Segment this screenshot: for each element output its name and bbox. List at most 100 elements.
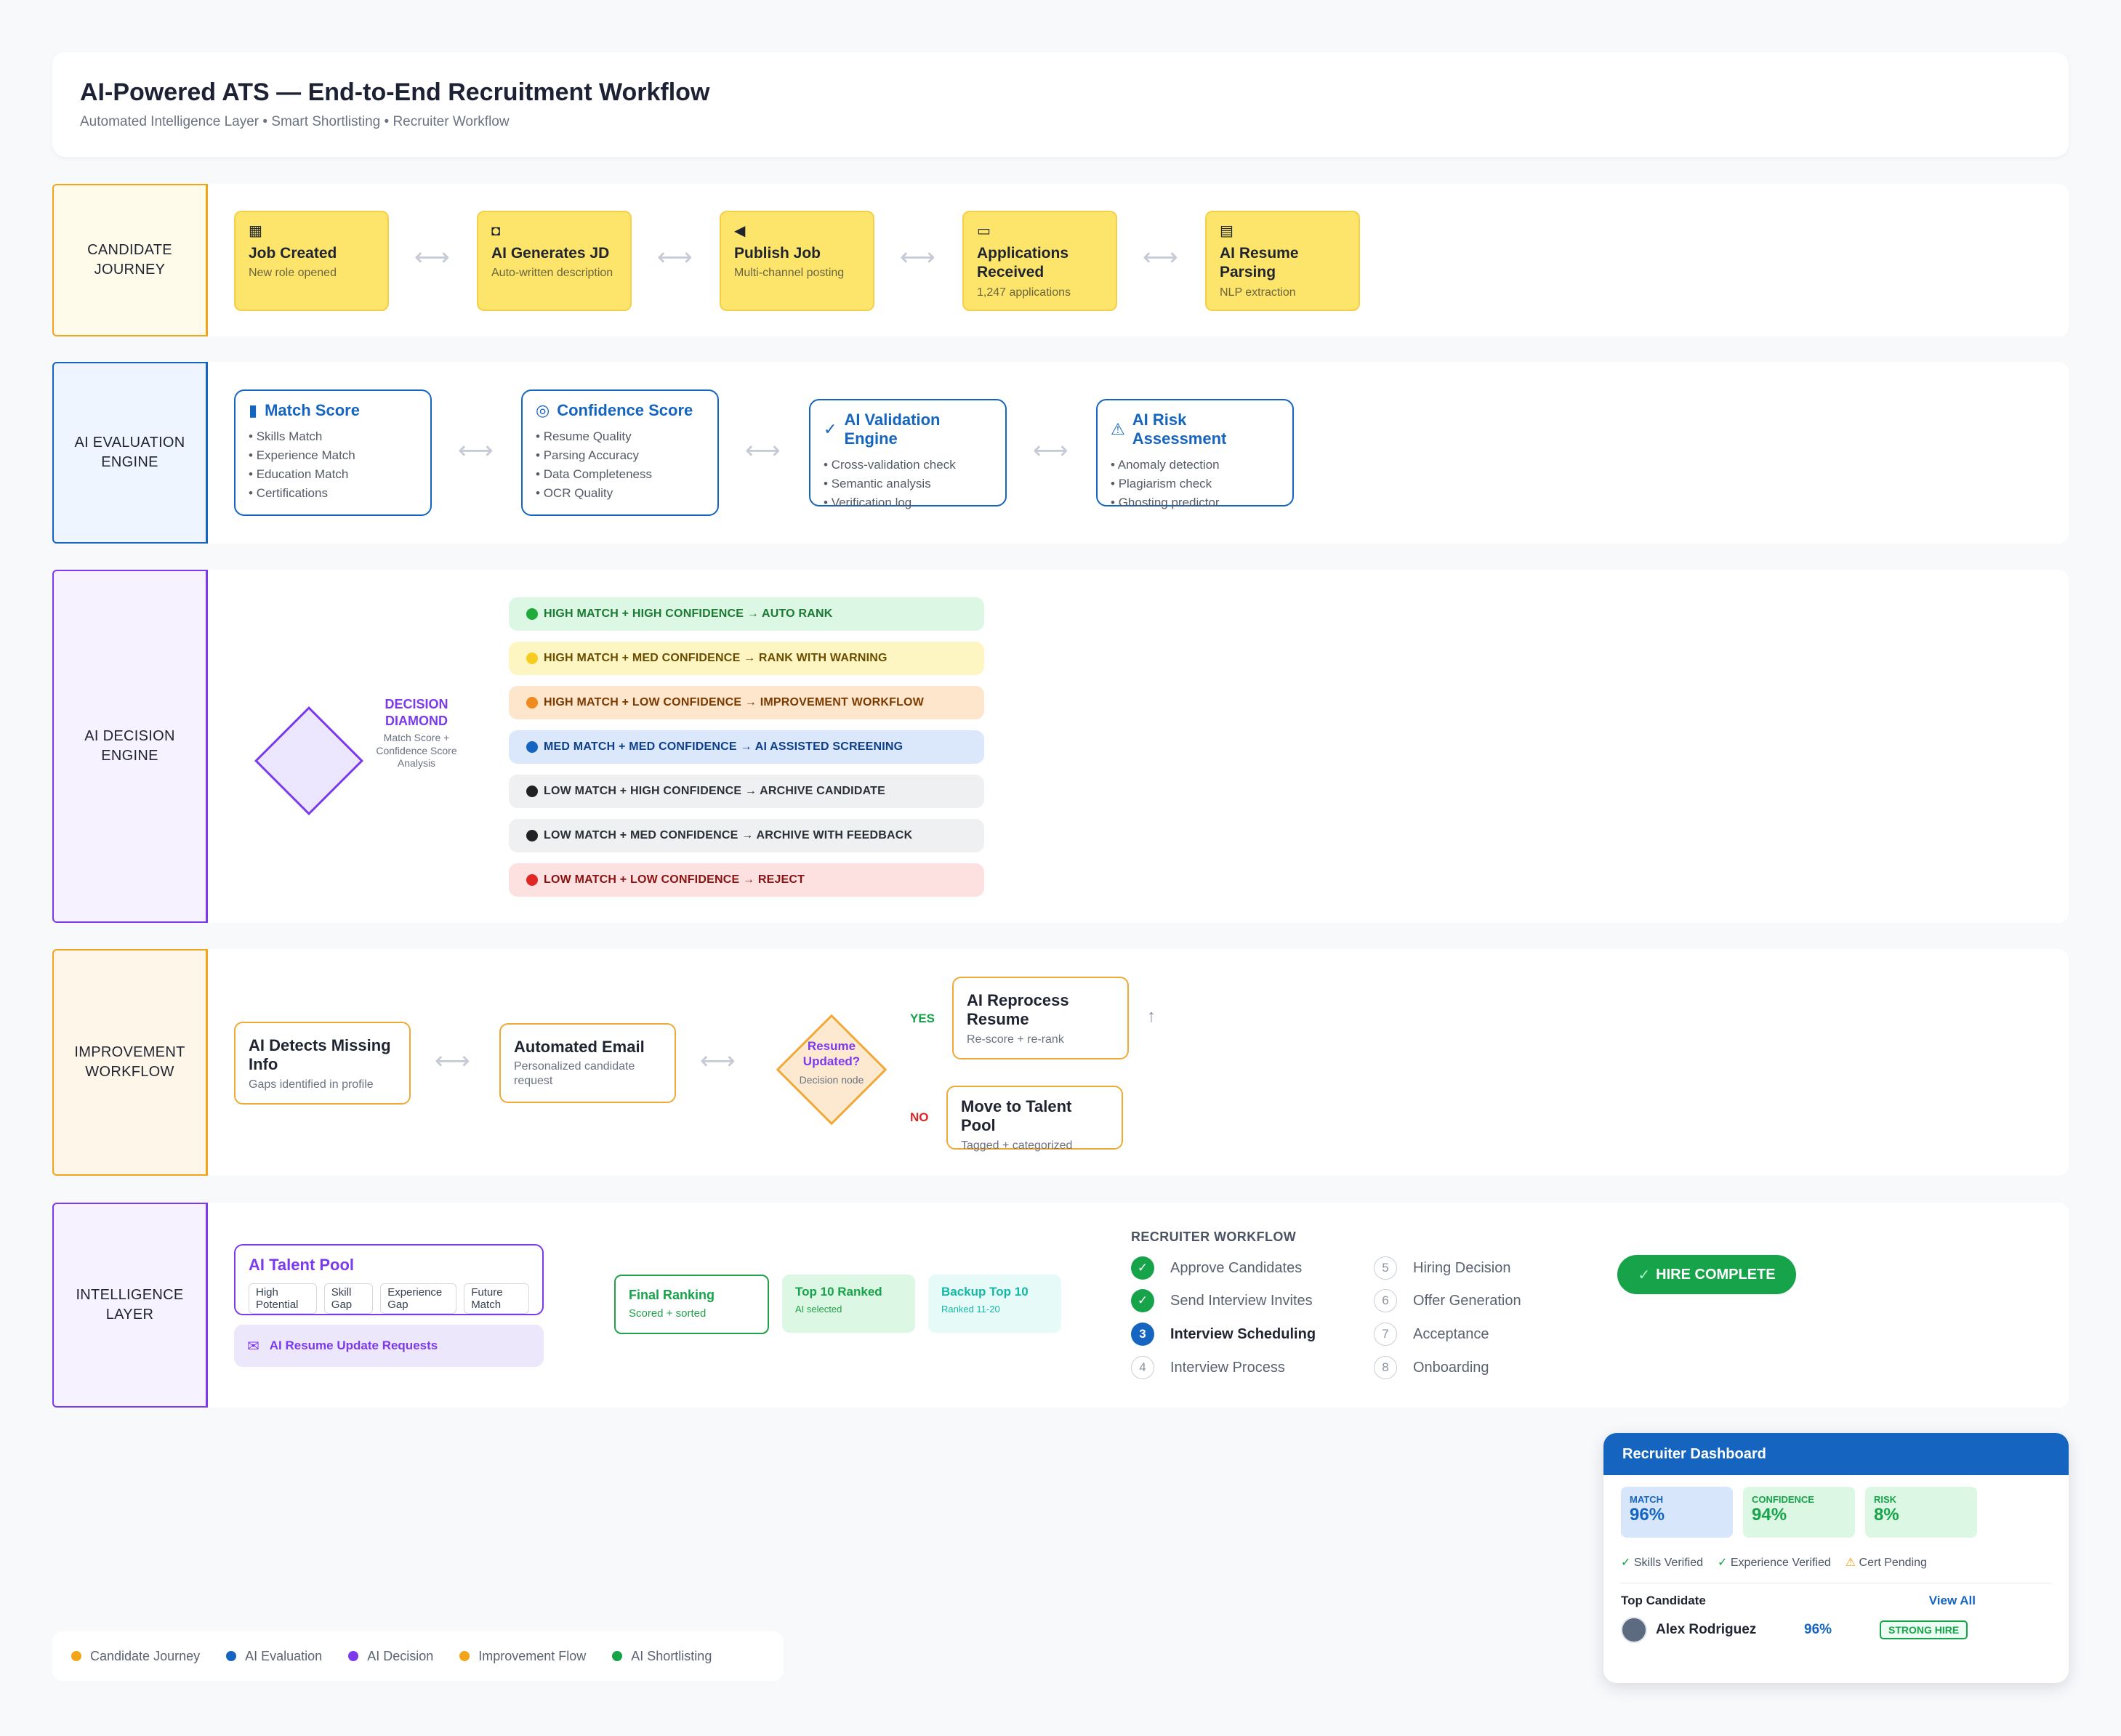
improvement-sub: Re-score + re-rank — [967, 1033, 1064, 1046]
step-label: Acceptance — [1413, 1325, 1489, 1342]
decision-rule[interactable]: MED MATCH + MED CONFIDENCE → AI ASSISTED… — [509, 730, 984, 764]
eval-confidence-score[interactable]: ◎ Confidence Score • Resume Quality • Par… — [521, 389, 719, 516]
journey-step-sub: Auto-written description — [491, 267, 613, 280]
target-icon: ◎ — [536, 401, 550, 419]
metric-value: 8% — [1874, 1505, 1899, 1525]
journey-step-title: AI Resume Parsing — [1220, 245, 1299, 281]
dashboard-header: Recruiter Dashboard — [1603, 1433, 2069, 1475]
decision-rule[interactable]: LOW MATCH + LOW CONFIDENCE → REJECT — [509, 863, 984, 897]
final-ranking-title: Final Ranking — [629, 1288, 715, 1302]
journey-step-publish-job[interactable]: ◀ Publish Job Multi-channel posting — [720, 211, 874, 311]
improvement-automated-email[interactable]: Automated Email Personalized candidate r… — [499, 1023, 676, 1103]
status-dot-icon — [526, 608, 538, 620]
view-all-link[interactable]: View All — [1929, 1594, 1976, 1608]
journey-step-title: Publish Job — [734, 245, 821, 262]
recruiter-step[interactable]: 4 Interview Process — [1131, 1356, 1285, 1379]
recruiter-step[interactable]: ✓ Approve Candidates — [1131, 1256, 1302, 1280]
eval-item: • Data Completeness — [536, 467, 652, 481]
journey-step-job-created[interactable]: ▦ Job Created New role opened — [234, 211, 389, 311]
eval-item: • Education Match — [249, 467, 349, 481]
eval-item: • Plagiarism check — [1111, 477, 1212, 490]
improvement-title: AI Detects Missing Info — [249, 1036, 391, 1074]
arrow-up-icon: ↑ — [1147, 1006, 1156, 1026]
recruiter-step[interactable]: ✓ Send Interview Invites — [1131, 1289, 1313, 1312]
journey-step-sub: NLP extraction — [1220, 286, 1296, 299]
step-label: Offer Generation — [1413, 1292, 1521, 1309]
backup-top10-card[interactable]: Backup Top 10 Ranked 11-20 — [928, 1275, 1061, 1333]
legend-item: AI Decision — [348, 1649, 433, 1664]
improvement-talent-pool[interactable]: Move to Talent Pool Tagged + categorized — [946, 1086, 1123, 1152]
check-badge: ⚠ Cert Pending — [1845, 1557, 1927, 1569]
journey-step-resume-parsing[interactable]: ▤ AI Resume Parsing NLP extraction — [1205, 211, 1360, 311]
decision-rule[interactable]: LOW MATCH + MED CONFIDENCE → ARCHIVE WIT… — [509, 819, 984, 852]
decision-rule[interactable]: HIGH MATCH + HIGH CONFIDENCE → AUTO RANK — [509, 597, 984, 631]
warning-icon: ⚠ — [1111, 420, 1125, 438]
decision-rule[interactable]: HIGH MATCH + MED CONFIDENCE → RANK WITH … — [509, 642, 984, 675]
journey-step-title: AI Generates JD — [491, 245, 610, 262]
recruiter-step[interactable]: 3 Interview Scheduling — [1131, 1323, 1316, 1346]
journey-step-ai-generates-jd[interactable]: ◘ AI Generates JD Auto-written descripti… — [477, 211, 632, 311]
eval-item: • Experience Match — [249, 448, 355, 462]
decision-rule-label: HIGH MATCH + LOW CONFIDENCE → IMPROVEMEN… — [544, 696, 925, 708]
recruiter-workflow-heading: RECRUITER WORKFLOW — [1131, 1230, 1297, 1244]
final-ranking-card[interactable]: Final Ranking Scored + sorted — [614, 1275, 769, 1334]
journey-step-title: Job Created — [249, 245, 337, 262]
recruiter-step[interactable]: 5 Hiring Decision — [1374, 1256, 1511, 1280]
talent-pool-card[interactable]: AI Talent Pool High Potential Skill Gap … — [234, 1244, 544, 1315]
decision-diamond-title: DECISION DIAMOND — [385, 697, 448, 728]
check-icon: ✓ — [1638, 1267, 1651, 1283]
step-number: 6 — [1374, 1289, 1397, 1312]
legend-dot — [459, 1651, 470, 1661]
decision-diamond-sub: Match Score + Confidence Score Analysis — [376, 732, 457, 769]
step-number: 4 — [1131, 1356, 1154, 1379]
decision-rule[interactable]: HIGH MATCH + LOW CONFIDENCE → IMPROVEMEN… — [509, 686, 984, 719]
metric-confidence: CONFIDENCE 94% — [1743, 1487, 1855, 1538]
double-arrow-icon: ⟷ — [900, 243, 935, 271]
eval-item: • Resume Quality — [536, 429, 632, 443]
improvement-sub: Personalized candidate request — [514, 1060, 635, 1088]
decision-rule-label: LOW MATCH + LOW CONFIDENCE → REJECT — [544, 873, 805, 886]
status-dot-icon — [526, 830, 538, 841]
decision-rule[interactable]: LOW MATCH + HIGH CONFIDENCE → ARCHIVE CA… — [509, 775, 984, 808]
tag-chip[interactable]: Skill Gap — [323, 1283, 374, 1314]
legend-item: Candidate Journey — [71, 1649, 200, 1664]
recruiter-step[interactable]: 7 Acceptance — [1374, 1323, 1489, 1346]
decision-rule-label: HIGH MATCH + HIGH CONFIDENCE → AUTO RANK — [544, 607, 833, 620]
megaphone-icon: ◀ — [734, 223, 746, 239]
tag-chip[interactable]: Future Match — [464, 1283, 529, 1314]
eval-validation-engine[interactable]: ✓ AI Validation Engine • Cross-validation… — [809, 399, 1007, 509]
improvement-title: Automated Email — [514, 1038, 645, 1056]
improvement-detect-missing[interactable]: AI Detects Missing Info Gaps identified … — [234, 1022, 411, 1105]
metric-risk: RISK 8% — [1865, 1487, 1977, 1538]
recruiter-step[interactable]: 8 Onboarding — [1374, 1356, 1489, 1379]
eval-risk-assessment[interactable]: ⚠ AI Risk Assessment • Anomaly detection … — [1096, 399, 1294, 509]
step-label: Approve Candidates — [1170, 1259, 1303, 1276]
candidate-name[interactable]: Alex Rodriguez — [1656, 1622, 1804, 1638]
eval-item: • Anomaly detection — [1111, 458, 1220, 472]
journey-step-applications[interactable]: ▭ Applications Received 1,247 applicatio… — [962, 211, 1117, 311]
step-label: Interview Process — [1170, 1359, 1285, 1376]
final-ranking-sub: Scored + sorted — [629, 1307, 707, 1320]
legend-dot — [348, 1651, 359, 1661]
eval-title: AI Validation Engine — [844, 411, 941, 448]
check-icon: ✓ — [1131, 1289, 1154, 1312]
improvement-reprocess[interactable]: AI Reprocess Resume Re-score + re-rank — [952, 977, 1129, 1059]
double-arrow-icon: ⟷ — [435, 1047, 470, 1075]
backup-sub: Ranked 11-20 — [941, 1304, 1000, 1315]
step-label: Hiring Decision — [1413, 1259, 1511, 1276]
tag-chip[interactable]: High Potential — [249, 1283, 317, 1314]
eval-item: • OCR Quality — [536, 486, 613, 500]
tag-chip[interactable]: Experience Gap — [380, 1283, 457, 1314]
step-label: Interview Scheduling — [1170, 1325, 1316, 1342]
top10-card[interactable]: Top 10 Ranked AI selected — [782, 1275, 915, 1333]
recruiter-step[interactable]: 6 Offer Generation — [1374, 1289, 1521, 1312]
improvement-sub: Tagged + categorized — [961, 1139, 1073, 1152]
resume-update-requests[interactable]: ✉ AI Resume Update Requests — [234, 1325, 544, 1367]
resume-updated-title: Resume Updated? — [802, 1039, 861, 1069]
metric-label: CONFIDENCE — [1752, 1494, 1814, 1505]
check-icon: ✓ — [1621, 1557, 1631, 1569]
hire-complete-button[interactable]: ✓ HIRE COMPLETE — [1617, 1255, 1796, 1294]
no-label: NO — [910, 1110, 929, 1124]
bar-chart-icon: ▮ — [249, 401, 258, 419]
eval-match-score[interactable]: ▮ Match Score • Skills Match • Experience… — [234, 389, 432, 516]
